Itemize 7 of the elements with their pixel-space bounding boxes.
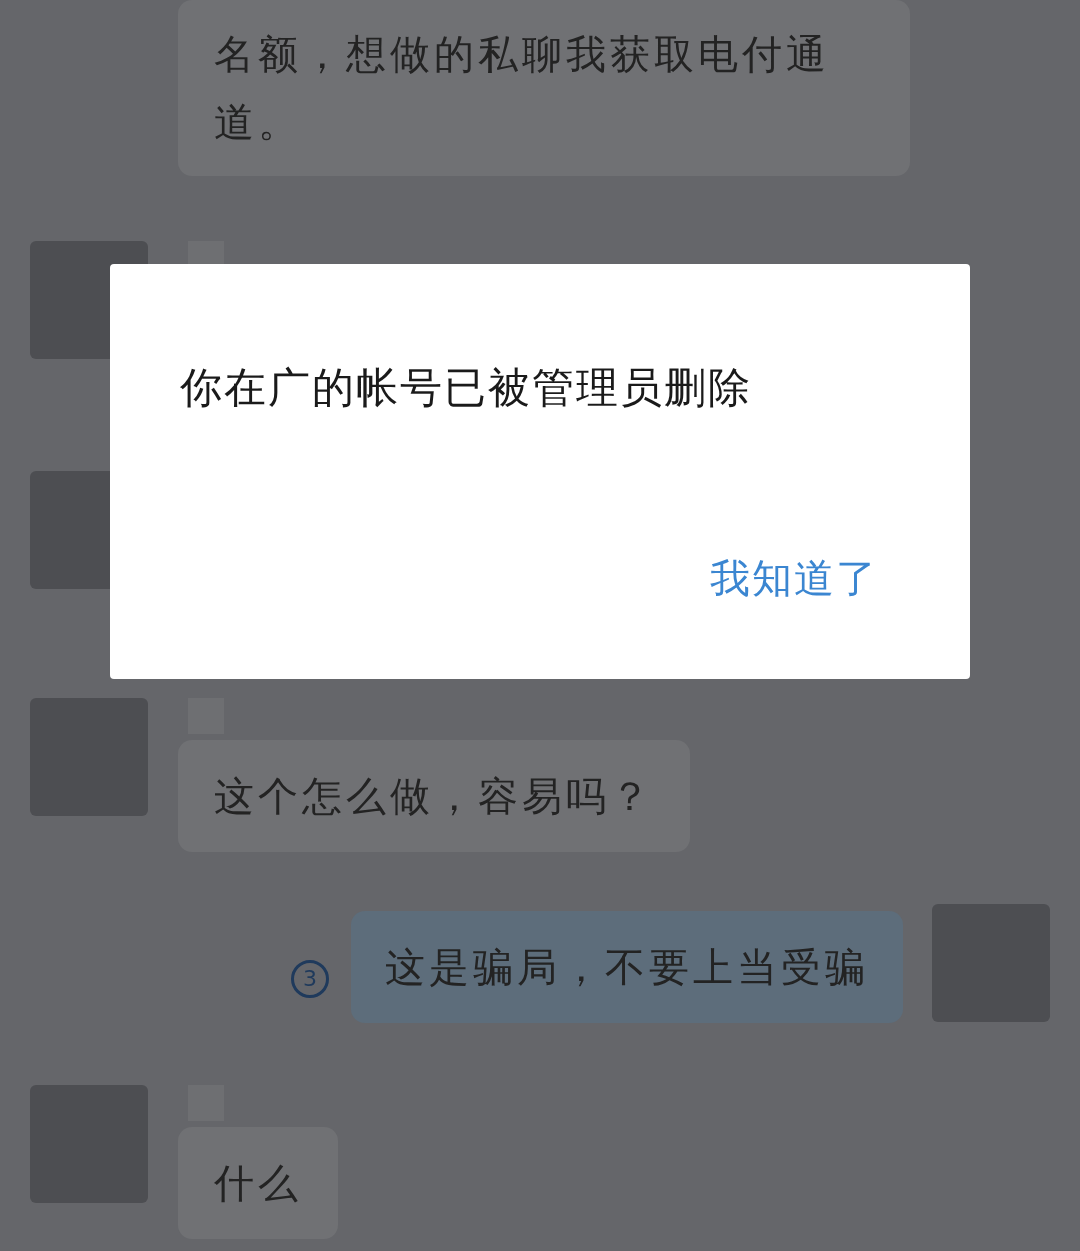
confirm-button[interactable]: 我知道了 [710, 550, 878, 606]
message-bubble: 这是骗局，不要上当受骗 [351, 911, 903, 1023]
message-bubble: 这个怎么做，容易吗？ [178, 740, 690, 852]
read-count-badge: 3 [291, 959, 329, 998]
message-bubble: 名额，想做的私聊我获取电付通道。 [178, 0, 910, 176]
dialog-message: 你在广的帐号已被管理员删除 [180, 362, 753, 414]
message-bubble: 什么 [178, 1127, 338, 1239]
